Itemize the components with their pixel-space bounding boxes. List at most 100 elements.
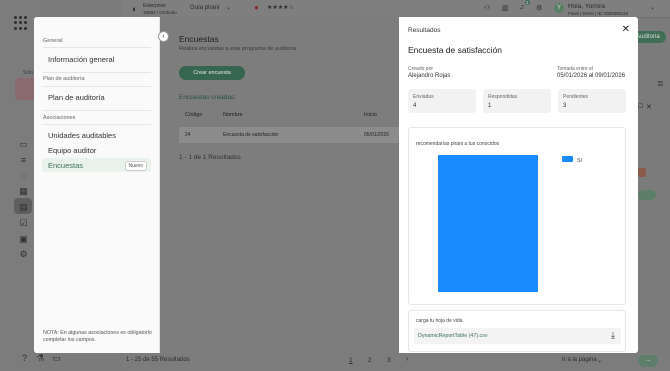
upload-label: carga tu hoja de vida — [416, 318, 463, 324]
settings-icon[interactable]: ⚙ — [19, 250, 28, 259]
guide-dropdown[interactable]: Guía pirani — [190, 5, 219, 11]
column-code: Código — [185, 112, 203, 118]
goto-page-chevron-icon[interactable]: ⌄ — [597, 357, 602, 364]
nav-item-team[interactable]: Equipo auditor — [48, 146, 96, 155]
divider — [43, 72, 151, 73]
legend-swatch — [562, 156, 573, 162]
row-code: 24 — [185, 132, 191, 138]
taken-range: 05/01/2026 al 09/01/2026 — [557, 73, 626, 79]
grid-icon[interactable]: ▦ — [19, 187, 28, 196]
chevron-down-icon[interactable]: ⌄ — [650, 4, 655, 11]
side-label: Sólo — [23, 70, 34, 76]
column-name: Nombre — [223, 112, 243, 118]
list-view-icon[interactable]: ≣ — [657, 79, 664, 88]
company-name: Enterprise — [143, 3, 166, 9]
stat-pending: Pendientes 3 — [558, 89, 626, 113]
surveys-table-header: Código Nombre Inicio — [179, 112, 399, 125]
association-note: NOTA: En algunas asociaciones es obligat… — [43, 330, 152, 343]
table-row[interactable]: 24 Encuesta de satisfacción 05/01/2026 — [179, 127, 399, 143]
nav-item-plan[interactable]: Plan de auditoría — [48, 93, 105, 102]
list-icon[interactable]: ≡ — [19, 156, 28, 165]
create-survey-button[interactable]: Crear encuesta — [179, 66, 245, 80]
gear-icon[interactable]: ⚙ — [536, 4, 542, 12]
section-assoc: Asociaciones — [43, 115, 76, 121]
nav-item-surveys-label: Encuestas — [48, 161, 84, 170]
created-by-label: Creado por — [408, 66, 434, 72]
alert-icon[interactable]: ◌ — [19, 172, 28, 181]
chevron-left-icon: ‹ — [162, 33, 165, 40]
flask-icon[interactable]: ⚗ — [36, 354, 45, 363]
download-icon[interactable]: ⤓ — [611, 330, 615, 341]
surveys-subtitle: Realiza encuestas a este programa de aud… — [179, 46, 297, 52]
new-badge: Nuevo — [124, 161, 147, 171]
nav-item-surveys[interactable]: Encuestas Nuevo — [42, 158, 151, 172]
status-chip — [638, 168, 646, 177]
nav-item-info[interactable]: Información general — [48, 55, 114, 64]
next-page-icon[interactable]: › — [406, 356, 408, 363]
add-user-icon[interactable]: ⚇ — [484, 4, 490, 12]
check-icon[interactable]: ☑ — [19, 219, 28, 228]
close-icon[interactable]: ✕ — [622, 24, 630, 35]
section-plan: Plan de auditoría — [43, 76, 85, 82]
divider — [43, 47, 151, 48]
chevron-down-icon[interactable]: ⌄ — [226, 4, 231, 11]
apps-grid-icon[interactable] — [14, 16, 28, 30]
chart-card: recomendarías pirani a tus conocidos Sí — [408, 127, 626, 305]
toggle-button[interactable] — [638, 190, 656, 200]
file-name-link[interactable]: DynamicReportTable (47).csv — [418, 333, 487, 339]
goto-page-button[interactable]: → — [638, 355, 658, 367]
modal-nav: General Información general Plan de audi… — [34, 17, 160, 353]
divider — [43, 86, 151, 87]
collapse-panel-button[interactable]: ‹ — [158, 31, 169, 42]
stat-sent-label: Enviadas — [413, 94, 434, 100]
close-icon[interactable]: ✕ — [646, 103, 652, 111]
company-sub: 16082 / Orebodo — [143, 10, 177, 15]
bar-chart: Sí — [438, 155, 583, 292]
table-footer: 1 - 1 de 1 Resultados — [179, 154, 241, 161]
stat-sent: Enviadas 4 — [408, 89, 476, 113]
column-start: Inicio — [364, 112, 377, 118]
results-panel: Resultados ✕ Encuesta de satisfacción Cr… — [399, 17, 638, 353]
pagination-bar: 1 - 25 de 55 Resultados 1 2 3 › Ir a la … — [122, 353, 670, 371]
section-general: General — [43, 38, 63, 44]
user-sub: Pirani | Demo | ID: 0000000419 — [568, 11, 629, 16]
divider — [43, 110, 151, 111]
results-count: 1 - 25 de 55 Resultados — [126, 357, 190, 363]
top-bar: ◐ Enterprise 16082 / Orebodo Guía pirani… — [122, 0, 670, 18]
avatar[interactable]: Y — [554, 3, 564, 13]
results-title: Resultados — [408, 27, 441, 34]
help-icon[interactable]: ? — [20, 354, 29, 363]
notification-badge: 1 — [525, 0, 530, 5]
row-name: Encuesta de satisfacción — [223, 132, 279, 138]
card-icon[interactable]: ▭ — [52, 354, 61, 363]
surveys-title: Encuestas — [179, 34, 219, 44]
bell-icon[interactable]: ♫ — [519, 4, 524, 11]
stat-sent-value: 4 — [413, 103, 417, 109]
page-2[interactable]: 2 — [368, 357, 372, 364]
bar-Sí — [438, 155, 538, 292]
nav-item-units[interactable]: Unidades auditables — [48, 131, 116, 140]
rating-stars: ★★★★☆ — [267, 5, 294, 11]
folder-icon[interactable]: ▤ — [19, 203, 28, 212]
created-by-value: Alejandro Rojas — [408, 73, 451, 79]
checkbox-icon[interactable]: ☐ — [638, 103, 643, 110]
taken-label: Tomada entre el — [557, 66, 593, 72]
pirani-logo-icon: ● — [254, 3, 259, 12]
stat-answered-label: Respondidas — [488, 94, 518, 100]
row-start: 05/01/2026 — [364, 132, 390, 138]
stat-pending-value: 3 — [563, 103, 567, 109]
survey-title: Encuesta de satisfacción — [408, 45, 503, 55]
book-icon[interactable]: ▥ — [502, 4, 509, 12]
document-icon[interactable]: ▣ — [19, 235, 28, 244]
monitor-icon[interactable]: ▭ — [19, 140, 28, 149]
page-3[interactable]: 3 — [387, 357, 391, 364]
created-surveys-label: Encuestas creadas: — [179, 94, 237, 101]
goto-page-label: Ir a la página — [562, 357, 597, 363]
file-upload-card: carga tu hoja de vida DynamicReportTable… — [408, 310, 626, 352]
legend-label: Sí — [577, 158, 583, 164]
user-greeting[interactable]: Hola, Yomira — [568, 3, 605, 10]
file-row[interactable]: DynamicReportTable (47).csv ⤓ — [414, 328, 621, 344]
page-1[interactable]: 1 — [349, 357, 353, 364]
company-logo-icon: ◐ — [132, 4, 138, 14]
stat-answered: Respondidas 1 — [483, 89, 551, 113]
